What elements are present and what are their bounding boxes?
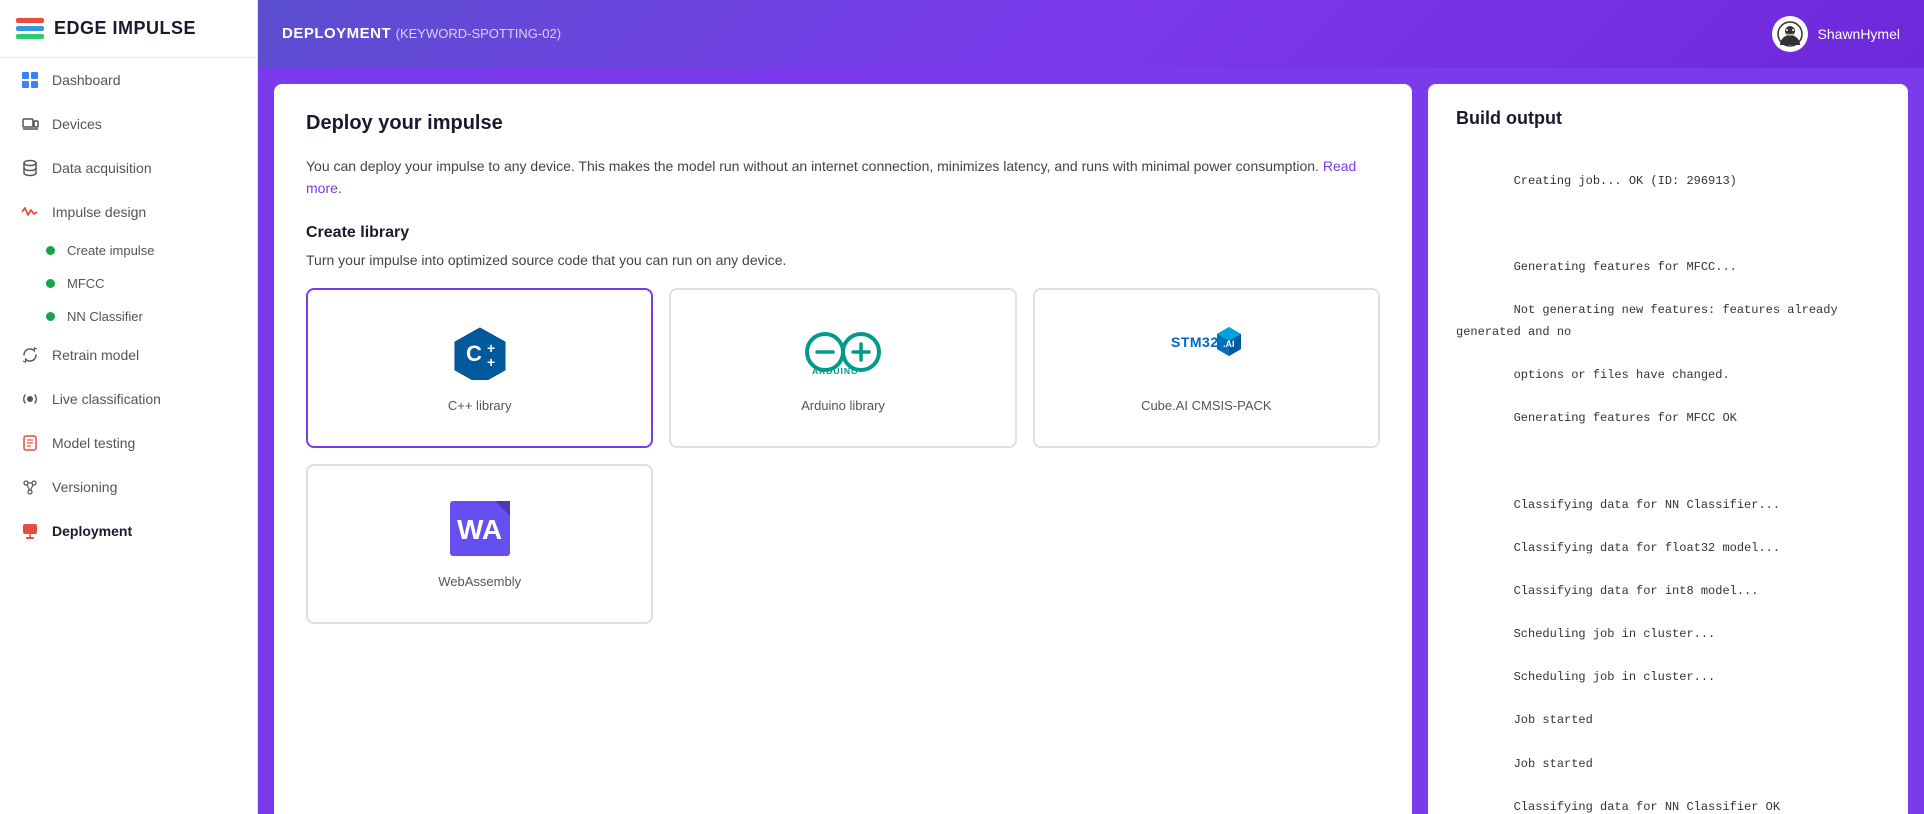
- deployment-label: Deployment: [52, 523, 132, 539]
- svg-text:.AI: .AI: [1223, 339, 1235, 349]
- cubeai-label: Cube.AI CMSIS-PACK: [1141, 398, 1272, 413]
- logo-area: EDGE IMPULSE: [0, 0, 257, 58]
- arduino-icon: ARDUINO: [803, 322, 883, 382]
- svg-text:+: +: [487, 354, 495, 370]
- arduino-label: Arduino library: [801, 398, 885, 413]
- nn-classifier-label: NN Classifier: [67, 309, 143, 324]
- create-impulse-label: Create impulse: [67, 243, 154, 258]
- impulse-design-label: Impulse design: [52, 204, 146, 220]
- mfcc-dot: [46, 279, 55, 288]
- avatar: [1772, 16, 1808, 52]
- content-area: Deploy your impulse You can deploy your …: [258, 68, 1924, 814]
- log-line-4: options or files have changed.: [1514, 368, 1730, 382]
- live-classification-label: Live classification: [52, 391, 161, 407]
- log-line-10: Scheduling job in cluster...: [1514, 670, 1716, 684]
- log-line-11: Job started: [1514, 713, 1593, 727]
- versioning-label: Versioning: [52, 479, 117, 495]
- mfcc-label: MFCC: [67, 276, 105, 291]
- webassembly-library-card[interactable]: WA WebAssembly: [306, 464, 653, 624]
- cpp-label: C++ library: [448, 398, 512, 413]
- deploy-description: You can deploy your impulse to any devic…: [306, 155, 1380, 200]
- webassembly-icon: WA: [440, 498, 520, 558]
- create-library-desc: Turn your impulse into optimized source …: [306, 252, 1380, 268]
- sidebar-item-retrain-model[interactable]: Retrain model: [0, 333, 257, 377]
- deploy-panel: Deploy your impulse You can deploy your …: [274, 84, 1412, 814]
- svg-text:C: C: [466, 341, 482, 366]
- arduino-library-card[interactable]: ARDUINO Arduino library: [669, 288, 1016, 448]
- sidebar-item-data-acquisition[interactable]: Data acquisition: [0, 146, 257, 190]
- logo-bar-blue: [16, 26, 44, 31]
- cubeai-library-card[interactable]: STM32 .AI: [1033, 288, 1380, 448]
- build-output-title: Build output: [1456, 108, 1880, 129]
- build-output-panel: Build output Creating job... OK (ID: 296…: [1428, 84, 1908, 814]
- header-title-area: DEPLOYMENT (KEYWORD-SPOTTING-02): [282, 25, 561, 43]
- page-subtitle: (KEYWORD-SPOTTING-02): [396, 26, 561, 41]
- dashboard-label: Dashboard: [52, 72, 121, 88]
- main-area: DEPLOYMENT (KEYWORD-SPOTTING-02) ShawnHy…: [258, 0, 1924, 814]
- log-line-12: Job started: [1514, 757, 1593, 771]
- username: ShawnHymel: [1818, 26, 1900, 42]
- log-line-5: Generating features for MFCC OK: [1514, 411, 1737, 425]
- sidebar-item-mfcc[interactable]: MFCC: [0, 267, 257, 300]
- log-line-8: Classifying data for int8 model...: [1514, 584, 1759, 598]
- svg-text:WA: WA: [457, 514, 502, 545]
- create-impulse-dot: [46, 246, 55, 255]
- log-line-2: Generating features for MFCC...: [1514, 260, 1737, 274]
- sidebar-item-nn-classifier[interactable]: NN Classifier: [0, 300, 257, 333]
- log-line-1: Creating job... OK (ID: 296913): [1514, 174, 1737, 188]
- impulse-icon: [20, 202, 40, 222]
- cubeai-icon: STM32 .AI: [1166, 322, 1246, 382]
- cpp-library-card[interactable]: C + + C++ library: [306, 288, 653, 448]
- logo-bar-green: [16, 34, 44, 39]
- sidebar-item-versioning[interactable]: Versioning: [0, 465, 257, 509]
- log-line-7: Classifying data for float32 model...: [1514, 541, 1780, 555]
- sidebar-item-impulse-design[interactable]: Impulse design: [0, 190, 257, 234]
- svg-text:STM32: STM32: [1171, 334, 1219, 350]
- log-line-3: Not generating new features: features al…: [1456, 303, 1845, 339]
- sidebar-item-devices[interactable]: Devices: [0, 102, 257, 146]
- webassembly-label: WebAssembly: [438, 574, 521, 589]
- user-menu[interactable]: ShawnHymel: [1772, 16, 1900, 52]
- retrain-icon: [20, 345, 40, 365]
- devices-icon: [20, 114, 40, 134]
- page-title: DEPLOYMENT: [282, 25, 391, 42]
- data-acquisition-label: Data acquisition: [52, 160, 152, 176]
- deploy-title: Deploy your impulse: [306, 112, 1380, 135]
- sidebar-item-live-classification[interactable]: Live classification: [0, 377, 257, 421]
- library-cards-row1: C + + C++ library: [306, 288, 1380, 448]
- logo-bar-red: [16, 18, 44, 23]
- sidebar-item-create-impulse[interactable]: Create impulse: [0, 234, 257, 267]
- sidebar-item-deployment[interactable]: Deployment: [0, 509, 257, 553]
- devices-label: Devices: [52, 116, 102, 132]
- versioning-icon: [20, 477, 40, 497]
- cpp-icon: C + +: [440, 322, 520, 382]
- logo-icon: [16, 18, 44, 39]
- model-testing-label: Model testing: [52, 435, 135, 451]
- create-library-title: Create library: [306, 224, 1380, 242]
- logo-title: EDGE IMPULSE: [54, 18, 196, 39]
- build-log-content: Creating job... OK (ID: 296913) Generati…: [1456, 149, 1880, 814]
- svg-text:ARDUINO: ARDUINO: [812, 366, 859, 376]
- header: DEPLOYMENT (KEYWORD-SPOTTING-02) ShawnHy…: [258, 0, 1924, 68]
- dashboard-icon: [20, 70, 40, 90]
- sidebar-item-model-testing[interactable]: Model testing: [0, 421, 257, 465]
- data-icon: [20, 158, 40, 178]
- deployment-icon: [20, 521, 40, 541]
- sidebar-item-dashboard[interactable]: Dashboard: [0, 58, 257, 102]
- log-line-13: Classifying data for NN Classifier OK: [1514, 800, 1780, 814]
- live-icon: [20, 389, 40, 409]
- library-cards-row2: WA WebAssembly: [306, 464, 1380, 624]
- testing-icon: [20, 433, 40, 453]
- nn-classifier-dot: [46, 312, 55, 321]
- log-line-6: Classifying data for NN Classifier...: [1514, 498, 1780, 512]
- retrain-model-label: Retrain model: [52, 347, 139, 363]
- log-line-9: Scheduling job in cluster...: [1514, 627, 1716, 641]
- sidebar: EDGE IMPULSE Dashboard Devices: [0, 0, 258, 814]
